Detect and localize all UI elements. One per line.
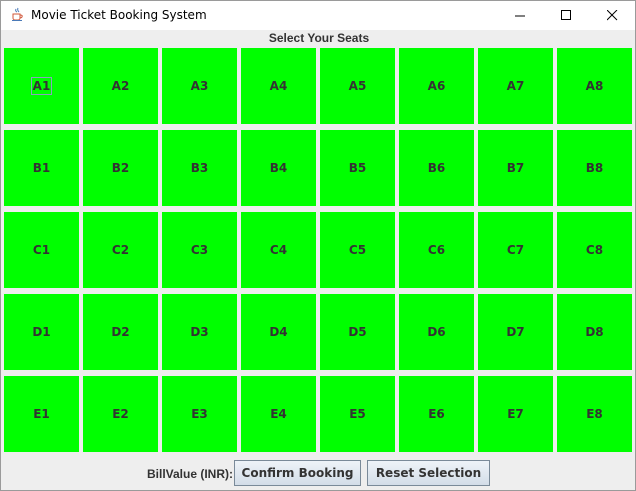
- seat-label: B3: [190, 161, 209, 175]
- seat-label: A2: [111, 79, 130, 93]
- seat-label: B1: [32, 161, 51, 175]
- seat-button-e5[interactable]: E5: [320, 376, 395, 452]
- seat-button-b2[interactable]: B2: [83, 130, 158, 206]
- seat-button-c7[interactable]: C7: [478, 212, 553, 288]
- seat-button-a6[interactable]: A6: [399, 48, 474, 124]
- seat-button-b8[interactable]: B8: [557, 130, 632, 206]
- seat-button-d4[interactable]: D4: [241, 294, 316, 370]
- seat-button-e4[interactable]: E4: [241, 376, 316, 452]
- seat-button-a2[interactable]: A2: [83, 48, 158, 124]
- seat-button-c3[interactable]: C3: [162, 212, 237, 288]
- seat-button-e3[interactable]: E3: [162, 376, 237, 452]
- seat-button-e1[interactable]: E1: [4, 376, 79, 452]
- seat-button-e7[interactable]: E7: [478, 376, 553, 452]
- seat-label: D2: [111, 325, 130, 339]
- seat-label: E7: [507, 407, 524, 421]
- app-window: Movie Ticket Booking System Select Your …: [0, 0, 636, 491]
- seat-button-a8[interactable]: A8: [557, 48, 632, 124]
- seat-label: E1: [33, 407, 50, 421]
- seat-label: B2: [111, 161, 130, 175]
- seat-label: A5: [348, 79, 367, 93]
- seat-label: D5: [348, 325, 367, 339]
- seat-label: D3: [190, 325, 209, 339]
- seat-label: A8: [585, 79, 604, 93]
- seat-label: A6: [427, 79, 446, 93]
- seat-button-b7[interactable]: B7: [478, 130, 553, 206]
- seat-button-d7[interactable]: D7: [478, 294, 553, 370]
- seat-label: D4: [269, 325, 288, 339]
- seat-label: C2: [111, 243, 130, 257]
- seat-label: A4: [269, 79, 288, 93]
- seat-label: C1: [32, 243, 51, 257]
- seat-label: A1: [30, 77, 53, 95]
- reset-selection-button[interactable]: Reset Selection: [367, 460, 490, 486]
- select-seats-heading: Select Your Seats: [268, 31, 370, 45]
- seat-label: C8: [585, 243, 604, 257]
- seat-label: E3: [191, 407, 208, 421]
- seat-button-b4[interactable]: B4: [241, 130, 316, 206]
- minimize-icon: [514, 15, 525, 17]
- seat-button-a5[interactable]: A5: [320, 48, 395, 124]
- seat-button-c4[interactable]: C4: [241, 212, 316, 288]
- seat-label: E8: [586, 407, 603, 421]
- seat-button-d8[interactable]: D8: [557, 294, 632, 370]
- seat-label: A3: [190, 79, 209, 93]
- seat-button-b1[interactable]: B1: [4, 130, 79, 206]
- seat-button-d6[interactable]: D6: [399, 294, 474, 370]
- seat-label: E6: [428, 407, 445, 421]
- seat-label: D6: [427, 325, 446, 339]
- bill-value-label: BillValue (INR):: [147, 467, 234, 481]
- seat-label: B8: [585, 161, 604, 175]
- seat-label: D1: [32, 325, 51, 339]
- seat-button-d5[interactable]: D5: [320, 294, 395, 370]
- seat-label: E2: [112, 407, 129, 421]
- footer-bar: BillValue (INR): Confirm Booking Reset S…: [1, 459, 636, 489]
- seat-label: B6: [427, 161, 446, 175]
- seat-button-e6[interactable]: E6: [399, 376, 474, 452]
- seat-button-a4[interactable]: A4: [241, 48, 316, 124]
- seat-button-c2[interactable]: C2: [83, 212, 158, 288]
- seat-label: D7: [506, 325, 525, 339]
- seat-label: C4: [269, 243, 288, 257]
- seat-label: C5: [348, 243, 367, 257]
- seat-button-d1[interactable]: D1: [4, 294, 79, 370]
- seat-label: B7: [506, 161, 525, 175]
- seat-button-d3[interactable]: D3: [162, 294, 237, 370]
- seat-button-b6[interactable]: B6: [399, 130, 474, 206]
- seat-button-b5[interactable]: B5: [320, 130, 395, 206]
- seat-button-c6[interactable]: C6: [399, 212, 474, 288]
- seat-button-d2[interactable]: D2: [83, 294, 158, 370]
- seat-button-c8[interactable]: C8: [557, 212, 632, 288]
- seat-button-c1[interactable]: C1: [4, 212, 79, 288]
- seat-button-c5[interactable]: C5: [320, 212, 395, 288]
- maximize-icon: [560, 10, 571, 20]
- close-button[interactable]: [589, 1, 635, 30]
- seat-button-e8[interactable]: E8: [557, 376, 632, 452]
- seat-button-a3[interactable]: A3: [162, 48, 237, 124]
- seat-label: E4: [270, 407, 287, 421]
- maximize-button[interactable]: [543, 1, 589, 30]
- seat-label: C6: [427, 243, 446, 257]
- close-icon: [606, 10, 617, 21]
- seat-button-b3[interactable]: B3: [162, 130, 237, 206]
- seat-label: A7: [506, 79, 525, 93]
- java-coffee-cup-icon: [10, 7, 25, 22]
- seat-label: D8: [585, 325, 604, 339]
- confirm-booking-button[interactable]: Confirm Booking: [234, 460, 361, 486]
- seat-label: C7: [506, 243, 525, 257]
- minimize-button[interactable]: [497, 1, 543, 30]
- title-bar[interactable]: Movie Ticket Booking System: [1, 1, 635, 30]
- seat-button-e2[interactable]: E2: [83, 376, 158, 452]
- window-title: Movie Ticket Booking System: [31, 8, 207, 22]
- seat-grid: A1 A2 A3 A4 A5 A6 A7 A8 B1 B2 B3 B4 B5 B6 B7 B8 C1 C2 C3 C4…: [1, 45, 636, 456]
- seat-label: C3: [190, 243, 209, 257]
- seat-label: B5: [348, 161, 367, 175]
- seat-label: B4: [269, 161, 288, 175]
- seat-label: E5: [349, 407, 366, 421]
- seat-button-a1[interactable]: A1: [4, 48, 79, 124]
- seat-button-a7[interactable]: A7: [478, 48, 553, 124]
